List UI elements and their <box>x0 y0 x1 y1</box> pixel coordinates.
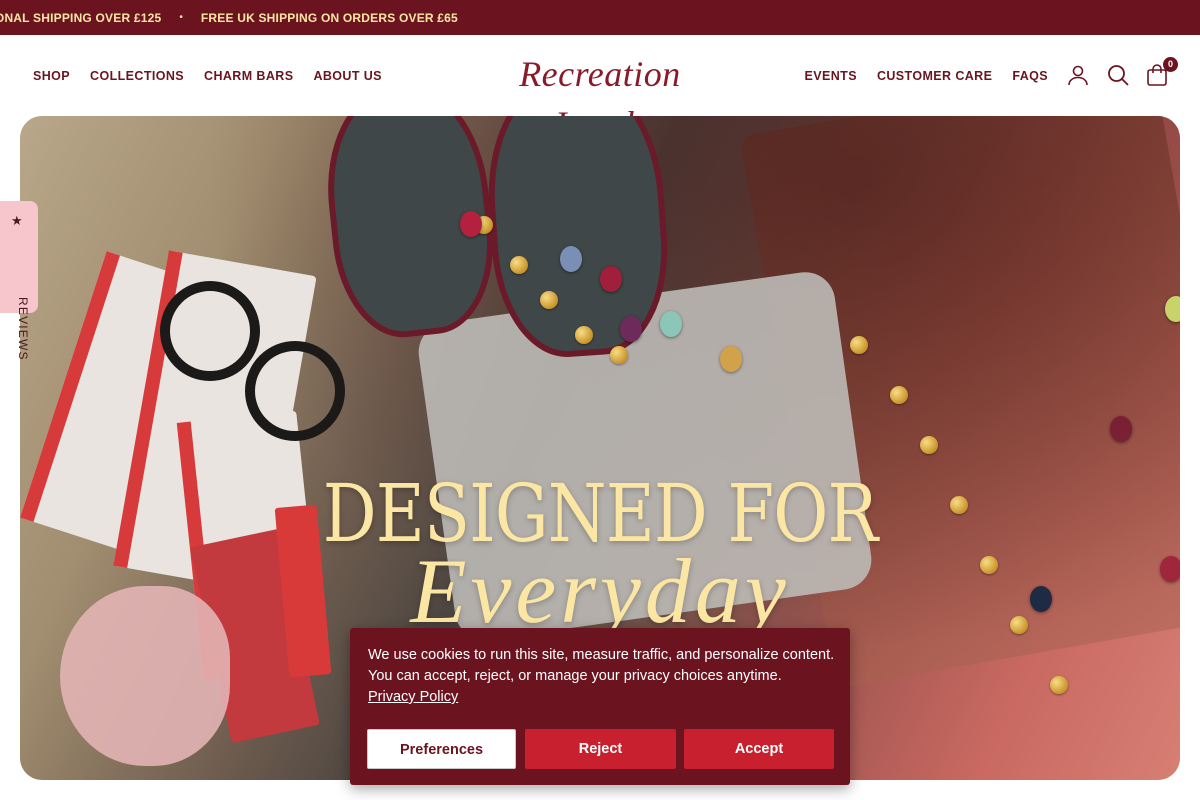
nav-faqs[interactable]: FAQS <box>1012 69 1048 83</box>
primary-nav: SHOP COLLECTIONS CHARM BARS ABOUT US <box>33 69 382 83</box>
secondary-nav: EVENTS CUSTOMER CARE FAQS <box>805 69 1048 83</box>
cart-count-badge: 0 <box>1163 57 1178 72</box>
nav-about-us[interactable]: ABOUT US <box>313 69 381 83</box>
hero-gem <box>560 246 582 272</box>
hero-bead <box>920 436 938 454</box>
cookie-message: We use cookies to run this site, measure… <box>368 647 835 684</box>
hero-gem <box>460 211 482 237</box>
reviews-tab[interactable]: ★ REVIEWS <box>0 201 38 361</box>
hero-sunglasses <box>245 341 345 441</box>
hero-gem <box>600 266 622 292</box>
reviews-tab-label: REVIEWS <box>16 297 30 361</box>
hero-gem <box>660 311 682 337</box>
nav-customer-care[interactable]: CUSTOMER CARE <box>877 69 992 83</box>
site-header: SHOP COLLECTIONS CHARM BARS ABOUT US Rec… <box>0 35 1200 144</box>
hero-script-title: Everyday <box>410 540 790 642</box>
hero-bead <box>575 326 593 344</box>
cookie-banner: We use cookies to run this site, measure… <box>350 628 850 785</box>
nav-shop[interactable]: SHOP <box>33 69 70 83</box>
hero-bead <box>1050 676 1068 694</box>
privacy-policy-link[interactable]: Privacy Policy <box>368 689 458 705</box>
nav-collections[interactable]: COLLECTIONS <box>90 69 184 83</box>
account-icon <box>1068 65 1088 86</box>
hero-bead <box>510 256 528 274</box>
hero-sunglasses <box>160 281 260 381</box>
hero-gem <box>1110 416 1132 442</box>
hero-gem <box>1165 296 1180 322</box>
hero-gem <box>620 316 642 342</box>
cart-button[interactable]: 0 <box>1145 57 1178 89</box>
site-logo[interactable]: Recreation Jewels <box>478 49 722 144</box>
reject-button[interactable]: Reject <box>525 729 676 769</box>
hero-bead <box>890 386 908 404</box>
accept-button[interactable]: Accept <box>684 729 834 769</box>
nav-charm-bars[interactable]: CHARM BARS <box>204 69 293 83</box>
search-icon <box>1108 65 1129 86</box>
preferences-button[interactable]: Preferences <box>367 729 516 769</box>
announcement-message: FREE UK SHIPPING ON ORDERS OVER £65 <box>200 10 458 25</box>
account-button[interactable] <box>1066 63 1092 89</box>
hero-bead <box>540 291 558 309</box>
hero-gem <box>720 346 742 372</box>
announcement-message: INTERNATIONAL SHIPPING OVER £125 <box>0 10 162 25</box>
announcement-bar: INTERNATIONAL SHIPPING OVER £125 • FREE … <box>0 0 1200 35</box>
search-button[interactable] <box>1106 63 1132 89</box>
announcement-track: INTERNATIONAL SHIPPING OVER £125 • FREE … <box>0 0 458 35</box>
hero-bead <box>850 336 868 354</box>
announcement-separator: • <box>179 12 183 23</box>
hero-bead <box>610 346 628 364</box>
nav-events[interactable]: EVENTS <box>805 69 857 83</box>
star-icon: ★ <box>11 213 23 228</box>
